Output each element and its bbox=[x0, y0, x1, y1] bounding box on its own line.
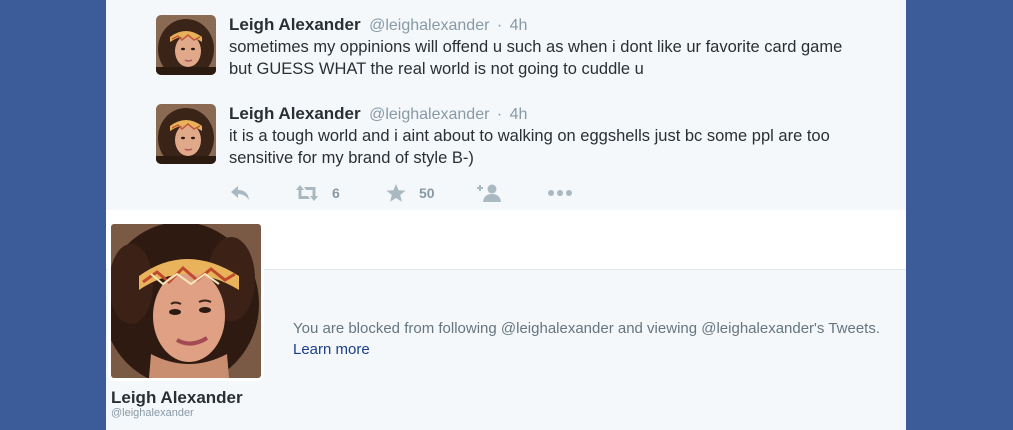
retweet-icon bbox=[296, 185, 318, 201]
tweet-timestamp[interactable]: 4h bbox=[510, 106, 528, 123]
star-icon bbox=[386, 184, 406, 202]
more-icon bbox=[548, 190, 572, 196]
tweet-author-handle[interactable]: @leighalexander bbox=[369, 106, 489, 123]
tweet-text: sometimes my oppinions will offend u suc… bbox=[229, 38, 843, 78]
timeline-panel: Leigh Alexander @leighalexander · 4h som… bbox=[106, 0, 906, 430]
tweet-avatar[interactable] bbox=[156, 15, 216, 75]
user-avatar-icon bbox=[156, 15, 216, 75]
follow-user-icon bbox=[477, 184, 501, 202]
profile-avatar[interactable] bbox=[108, 221, 264, 381]
tweet-author-name[interactable]: Leigh Alexander bbox=[229, 15, 361, 34]
favorite-button[interactable]: 50 bbox=[385, 180, 435, 206]
retweet-count: 6 bbox=[332, 185, 340, 201]
blocked-message: You are blocked from following @leighale… bbox=[293, 320, 880, 337]
user-avatar-icon bbox=[156, 104, 216, 164]
follow-user-button[interactable] bbox=[477, 180, 503, 206]
tweet-timestamp[interactable]: 4h bbox=[510, 17, 528, 34]
tweet-actions: 6 50 bbox=[229, 180, 729, 206]
tweet-author-name[interactable]: Leigh Alexander bbox=[229, 104, 361, 123]
reply-button[interactable] bbox=[229, 180, 251, 206]
reply-icon bbox=[231, 186, 249, 200]
favorite-count: 50 bbox=[419, 185, 435, 201]
more-button[interactable] bbox=[547, 180, 573, 206]
tweet-header: Leigh Alexander @leighalexander · 4h bbox=[229, 104, 527, 125]
tweet-author-handle[interactable]: @leighalexander bbox=[369, 17, 489, 34]
separator-dot: · bbox=[496, 106, 503, 123]
profile-handle[interactable]: @leighalexander bbox=[111, 407, 194, 419]
tweet-avatar[interactable] bbox=[156, 104, 216, 164]
tweet-header: Leigh Alexander @leighalexander · 4h bbox=[229, 15, 527, 36]
retweet-button[interactable]: 6 bbox=[294, 180, 340, 206]
profile-photo-icon bbox=[111, 224, 261, 378]
separator-dot: · bbox=[496, 17, 503, 34]
tweet-text: it is a tough world and i aint about to … bbox=[229, 127, 830, 167]
profile-name[interactable]: Leigh Alexander bbox=[111, 388, 243, 408]
learn-more-link[interactable]: Learn more bbox=[293, 339, 370, 360]
